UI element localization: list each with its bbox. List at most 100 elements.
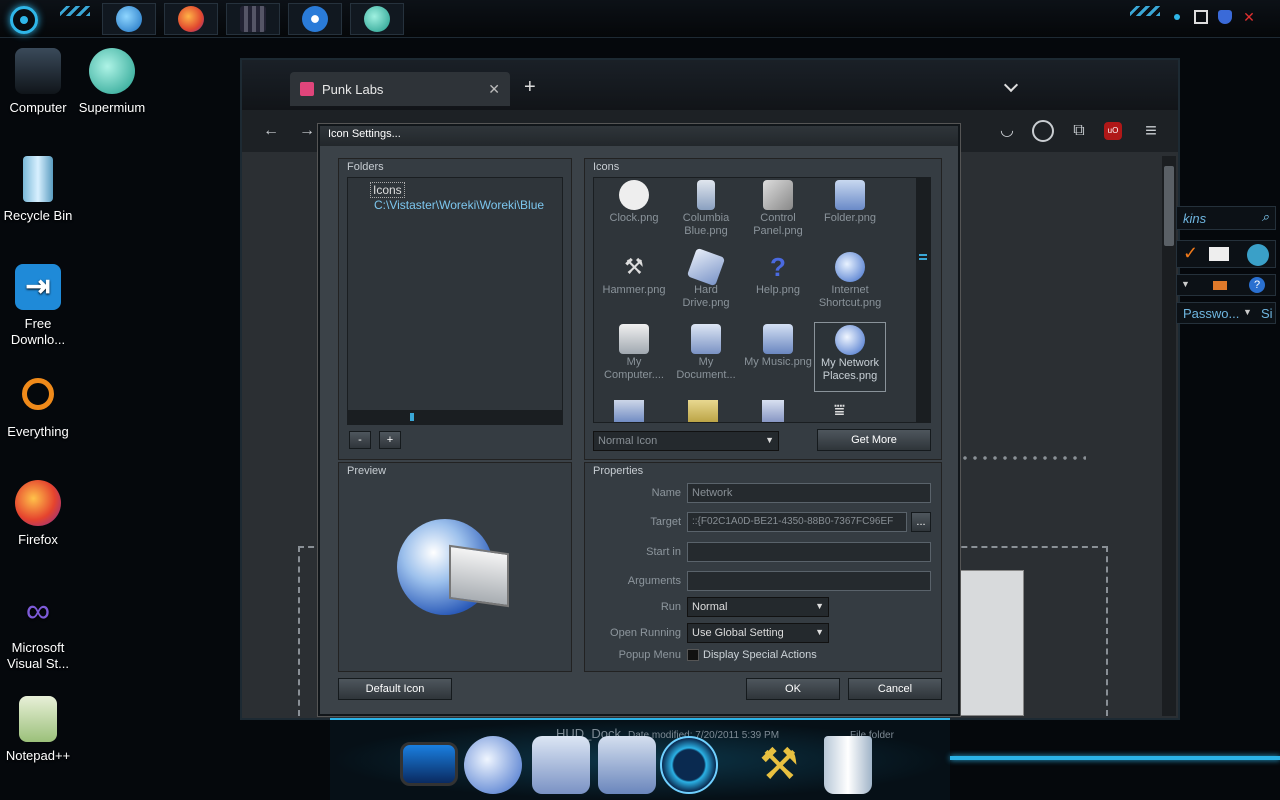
cancel-button[interactable]: Cancel	[848, 678, 942, 700]
internet-shortcut-icon	[835, 252, 865, 282]
desktop-icon-firefox[interactable]: Firefox	[0, 480, 76, 548]
check-icon: ✓	[1183, 243, 1199, 263]
mini-panel-preview	[960, 570, 1024, 716]
back-arrow-icon[interactable]: ←	[260, 120, 282, 142]
menu-icon[interactable]: ≡	[1140, 120, 1162, 142]
browser-scrollbar[interactable]	[1162, 156, 1176, 716]
music-folder-icon[interactable]	[598, 736, 656, 794]
ok-button[interactable]: OK	[746, 678, 840, 700]
partial-icon	[614, 400, 644, 422]
desktop-icon-visual-studio[interactable]: ∞ Microsoft Visual St...	[0, 588, 76, 672]
icon-label: Folder.png	[824, 212, 876, 224]
browser-tab[interactable]: Punk Labs ✕	[290, 72, 510, 106]
desktop-icon-notepad[interactable]: Notepad++	[0, 696, 76, 764]
tools-icon[interactable]: ⚒	[750, 736, 808, 794]
recycle-bin-icon[interactable]	[824, 736, 872, 794]
my-computer-icon	[619, 324, 649, 354]
tab-list-chevron-icon[interactable]	[1003, 77, 1019, 93]
browser-tab-strip: Punk Labs ✕ +	[242, 60, 1178, 110]
monitor-icon[interactable]	[400, 742, 458, 786]
icon-label: Help.png	[755, 284, 801, 296]
toolbar-fragment: ✓	[1176, 240, 1276, 268]
start-button[interactable]	[10, 6, 38, 34]
icon-mode-select[interactable]: Normal Icon ▼	[593, 431, 779, 451]
icon-item[interactable]: My Document...	[670, 322, 742, 392]
shield-tray-icon[interactable]	[1218, 10, 1232, 24]
tab-close-icon[interactable]: ✕	[488, 81, 500, 98]
radar-icon[interactable]	[660, 736, 718, 794]
add-folder-button[interactable]: +	[379, 431, 401, 449]
get-more-button[interactable]: Get More	[817, 429, 931, 451]
close-tray-icon[interactable]: ✕	[1242, 10, 1256, 24]
pocket-icon[interactable]: ◡	[996, 120, 1018, 142]
tree-scrollbar[interactable]	[348, 410, 562, 424]
desktop-icon-computer[interactable]: Computer	[0, 48, 76, 116]
name-field[interactable]: Network	[687, 483, 931, 503]
taskbar-app-firefox[interactable]	[164, 3, 218, 35]
start-in-field[interactable]	[687, 542, 931, 562]
desktop-icon-everything[interactable]: Everything	[0, 372, 76, 440]
documents-folder-icon[interactable]	[532, 736, 590, 794]
tree-item-icons[interactable]: Icons	[370, 182, 405, 198]
icon-item[interactable]: ? Help.png	[742, 250, 814, 320]
remove-folder-button[interactable]: -	[349, 431, 371, 449]
icon-item[interactable]: Control Panel.png	[742, 178, 814, 248]
icons-grid[interactable]: Clock.png Columbia Blue.png Control Pane…	[593, 177, 931, 423]
display-tray-icon[interactable]	[1194, 10, 1208, 24]
extensions-icon[interactable]: ⧉	[1068, 120, 1090, 142]
icon-item[interactable]: My Music.png	[742, 322, 814, 392]
folders-tree[interactable]: Icons C:\Vistaster\Woreki\Woreki\Blue	[347, 177, 563, 425]
forward-arrow-icon[interactable]: →	[296, 120, 318, 142]
arguments-field[interactable]	[687, 571, 931, 591]
properties-group: Properties Name Network Target ::{F02C1A…	[584, 462, 942, 672]
space-shuttle-icon	[697, 180, 715, 210]
icons-scroll-thumb[interactable]	[919, 254, 927, 260]
scrollbar-thumb[interactable]	[1164, 166, 1174, 246]
desktop-icon-supermium[interactable]: Supermium	[74, 48, 150, 116]
icon-mode-value: Normal Icon	[598, 435, 658, 447]
hammer-icon: ⚒	[624, 254, 644, 279]
preview-group: Preview	[338, 462, 572, 672]
taskbar-app-film[interactable]	[226, 3, 280, 35]
password-fragment[interactable]: Passwo... ▼ Si	[1176, 302, 1276, 324]
icons-scrollbar[interactable]	[916, 178, 930, 422]
hud-dock: HUD_Dock Date modified: 7/20/2011 5:39 P…	[330, 718, 950, 800]
magnifier-icon	[22, 378, 54, 410]
icon-item[interactable]: Hard Drive.png	[670, 247, 742, 320]
taskbar: ✕	[0, 0, 1280, 38]
icon-item[interactable]: ⚒ Hammer.png	[598, 250, 670, 320]
icon-item[interactable]: Columbia Blue.png	[670, 178, 742, 248]
ublock-icon[interactable]: uO	[1104, 122, 1122, 140]
taskbar-app-ie[interactable]	[102, 3, 156, 35]
icon-label: Control Panel.png	[753, 212, 803, 237]
desktop-icon-free-download[interactable]: ⇥ Free Downlo...	[0, 264, 76, 348]
special-actions-checkbox[interactable]	[687, 649, 699, 661]
my-documents-icon	[691, 324, 721, 354]
search-skins-box[interactable]: kins ⌕	[1176, 206, 1276, 230]
icon-item[interactable]: Folder.png	[814, 178, 886, 248]
tree-item-path[interactable]: C:\Vistaster\Woreki\Woreki\Blue	[374, 198, 544, 212]
target-field[interactable]: ::{F02C1A0D-BE21-4350-88B0-7367FC96EF	[687, 512, 907, 532]
new-tab-button[interactable]: +	[524, 76, 536, 99]
open-running-select[interactable]: Use Global Setting ▼	[687, 623, 829, 643]
browse-button[interactable]: ...	[911, 512, 931, 532]
icons-group: Icons Clock.png Columbia Blue.png Contro…	[584, 158, 942, 460]
network-places-icon	[835, 325, 865, 355]
taskbar-app-supermium[interactable]	[350, 3, 404, 35]
special-actions-label: Display Special Actions	[703, 649, 817, 661]
icons-label: Icons	[593, 161, 620, 173]
tree-scroll-thumb[interactable]	[410, 413, 414, 421]
preview-monitor-icon	[449, 544, 509, 608]
run-label: Run	[660, 601, 681, 613]
taskbar-stripe	[60, 6, 90, 16]
icon-item[interactable]: My Computer....	[598, 322, 670, 392]
icon-item[interactable]: Clock.png	[598, 178, 670, 248]
account-icon[interactable]	[1032, 120, 1054, 142]
icon-item[interactable]: Internet Shortcut.png	[814, 250, 886, 320]
icon-item-selected[interactable]: My Network Places.png	[814, 322, 886, 392]
run-select[interactable]: Normal ▼	[687, 597, 829, 617]
network-places-icon[interactable]	[464, 736, 522, 794]
default-icon-button[interactable]: Default Icon	[338, 678, 452, 700]
desktop-icon-recycle-bin[interactable]: Recycle Bin	[0, 156, 76, 224]
taskbar-app-media-player[interactable]	[288, 3, 342, 35]
